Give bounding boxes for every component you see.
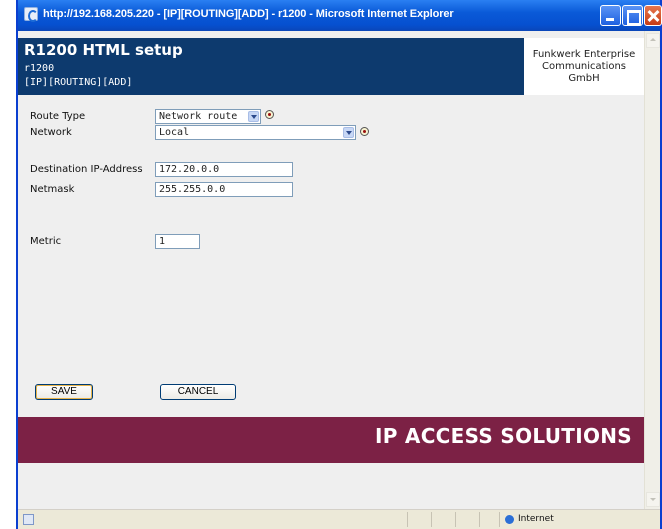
close-button[interactable] (644, 5, 662, 26)
metric-input[interactable]: 1 (155, 234, 200, 249)
footer-slogan: IP ACCESS SOLUTIONS (374, 424, 632, 448)
breadcrumb: [IP][ROUTING][ADD] (24, 77, 133, 88)
window-title: http://192.168.205.220 - [IP][ROUTING][A… (43, 8, 454, 20)
route-type-label: Route Type (30, 111, 86, 122)
dest-ip-input[interactable]: 172.20.0.0 (155, 162, 293, 177)
maximize-button[interactable] (622, 5, 643, 26)
route-type-value: Network route (159, 111, 238, 122)
network-label: Network (30, 127, 72, 138)
status-bar: Internet (18, 509, 660, 529)
page-content: R1200 HTML setup r1200 [IP][ROUTING][ADD… (18, 31, 644, 509)
company-line-3: GmbH (568, 73, 600, 84)
help-icon[interactable] (265, 110, 274, 119)
footer-banner: IP ACCESS SOLUTIONS (18, 417, 644, 463)
globe-icon (505, 515, 514, 524)
scroll-down-icon[interactable] (646, 492, 660, 507)
netmask-label: Netmask (30, 184, 75, 195)
scroll-up-icon[interactable] (646, 33, 660, 48)
security-zone: Internet (518, 514, 554, 524)
page-status-icon (23, 514, 34, 525)
status-divider (431, 512, 432, 527)
netmask-input[interactable]: 255.255.0.0 (155, 182, 293, 197)
status-divider (479, 512, 480, 527)
route-type-select[interactable]: Network route (155, 109, 261, 124)
dest-ip-label: Destination IP-Address (30, 164, 143, 175)
browser-window: http://192.168.205.220 - [IP][ROUTING][A… (16, 0, 662, 529)
status-divider (499, 512, 500, 527)
network-value: Local (159, 127, 190, 138)
vertical-scrollbar[interactable] (644, 31, 660, 509)
status-divider (455, 512, 456, 527)
company-info: Funkwerk Enterprise Communications GmbH (524, 38, 644, 95)
network-select[interactable]: Local (155, 125, 356, 140)
ie-icon (24, 7, 38, 22)
cancel-button[interactable]: CANCEL (160, 384, 236, 400)
status-divider (407, 512, 408, 527)
company-line-2: Communications (541, 61, 627, 72)
save-button[interactable]: SAVE (35, 384, 93, 400)
minimize-button[interactable] (600, 5, 621, 26)
help-icon[interactable] (360, 127, 369, 136)
metric-label: Metric (30, 236, 62, 247)
chevron-down-icon[interactable] (343, 127, 354, 138)
page-title: R1200 HTML setup (24, 41, 183, 59)
chevron-down-icon[interactable] (248, 111, 259, 122)
device-name: r1200 (24, 63, 55, 74)
setup-header: R1200 HTML setup r1200 [IP][ROUTING][ADD… (18, 38, 524, 95)
title-bar[interactable]: http://192.168.205.220 - [IP][ROUTING][A… (18, 0, 662, 31)
company-line-1: Funkwerk Enterprise (532, 49, 636, 60)
